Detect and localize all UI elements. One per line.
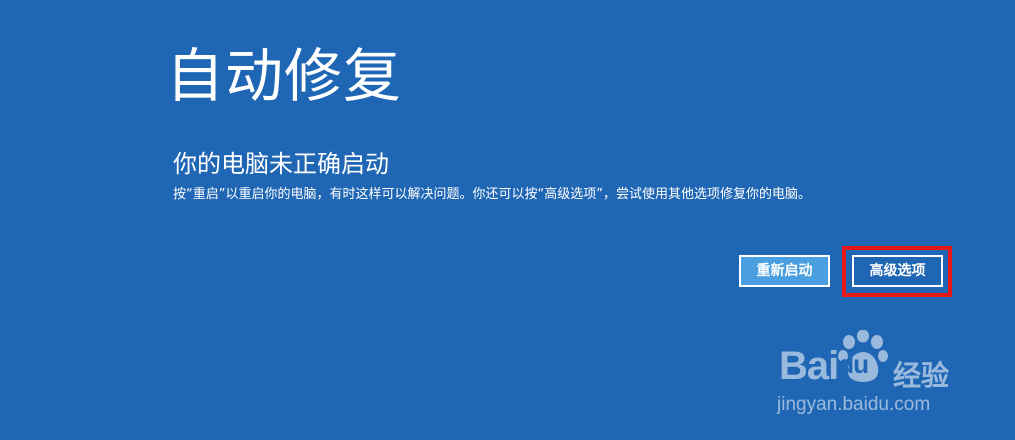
auto-repair-screen: 自动修复 你的电脑未正确启动 按“重启”以重启你的电脑，有时这样可以解决问题。你… — [0, 0, 1015, 440]
advanced-options-button[interactable]: 高级选项 — [852, 255, 943, 287]
page-title: 自动修复 — [166, 42, 403, 110]
page-subtitle: 你的电脑未正确启动 — [173, 150, 389, 178]
watermark-brand-left: Bai — [779, 344, 839, 388]
restart-button[interactable]: 重新启动 — [739, 255, 830, 287]
watermark-url: jingyan.baidu.com — [777, 394, 931, 415]
watermark-suffix: 经验 — [893, 359, 950, 392]
baidu-watermark: Baidu 经验 jingyan.baidu.com — [775, 326, 975, 426]
page-description: 按“重启”以重启你的电脑，有时这样可以解决问题。你还可以按“高级选项”，尝试使用… — [173, 187, 811, 202]
watermark-brand-right: du — [838, 349, 869, 379]
